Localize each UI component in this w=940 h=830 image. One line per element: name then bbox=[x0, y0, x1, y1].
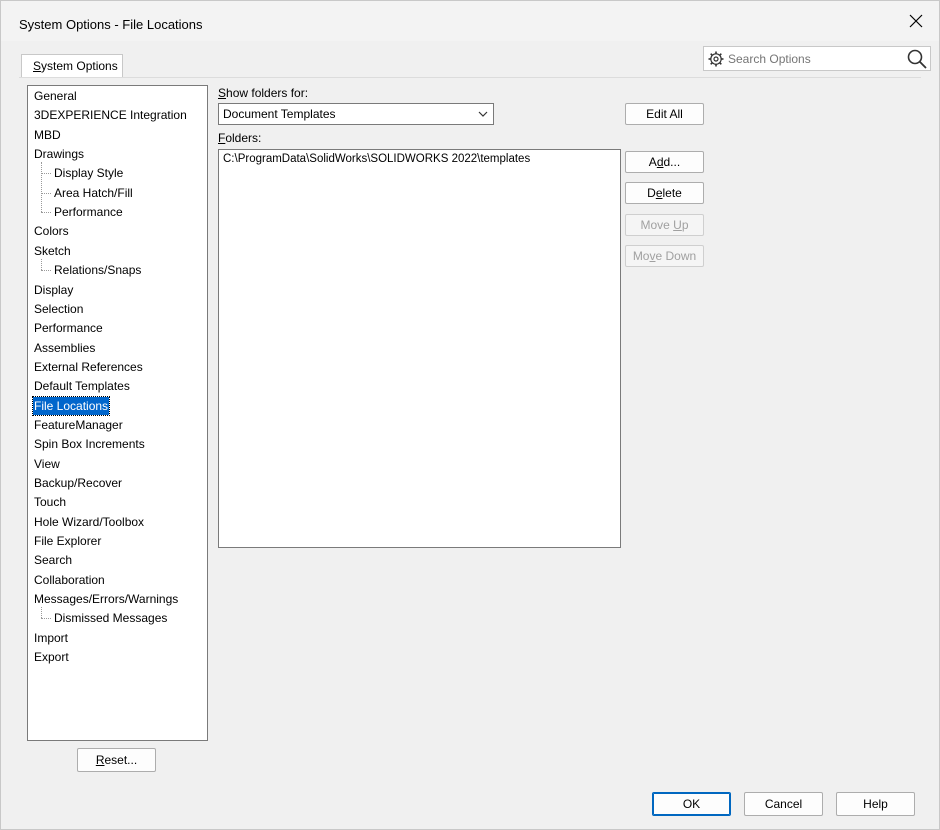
tree-connector bbox=[41, 607, 42, 619]
gear-icon bbox=[708, 51, 724, 67]
close-icon bbox=[909, 14, 923, 28]
tree-item[interactable]: File Locations bbox=[31, 395, 111, 416]
reset-label: eset... bbox=[104, 753, 138, 767]
tree-item[interactable]: 3DEXPERIENCE Integration bbox=[33, 106, 188, 124]
tree-item[interactable]: Messages/Errors/Warnings bbox=[33, 590, 179, 608]
tree-item[interactable]: Touch bbox=[33, 493, 67, 511]
tree-item[interactable]: Collaboration bbox=[33, 571, 106, 589]
tree-item[interactable]: View bbox=[33, 455, 61, 473]
move-down-button[interactable]: Move Down bbox=[625, 245, 704, 267]
folders-label-text: olders: bbox=[225, 131, 262, 145]
tree-item[interactable]: Performance bbox=[33, 319, 104, 337]
show-folders-label-text: how folders for: bbox=[226, 86, 309, 100]
search-input[interactable] bbox=[726, 49, 901, 69]
tree-item[interactable]: Performance bbox=[53, 203, 124, 221]
tab-system-options[interactable]: System Options bbox=[21, 54, 123, 77]
show-folders-mnemonic: S bbox=[218, 86, 227, 100]
list-item[interactable]: C:\ProgramData\SolidWorks\SOLIDWORKS 202… bbox=[223, 153, 530, 165]
delete-label-pre: D bbox=[647, 186, 656, 200]
tree-item[interactable]: Display bbox=[33, 281, 74, 299]
tree-item[interactable]: Relations/Snaps bbox=[53, 261, 142, 279]
title-bar: System Options - File Locations bbox=[1, 1, 939, 41]
move-up-label-mnemonic: U bbox=[673, 218, 682, 232]
tab-label-mnemonic: S bbox=[33, 59, 42, 73]
edit-all-button[interactable]: Edit All bbox=[625, 103, 704, 125]
move-up-label-post: p bbox=[681, 218, 689, 232]
tree-item[interactable]: Default Templates bbox=[33, 377, 131, 395]
add-label-post: d... bbox=[663, 155, 681, 169]
tab-label: ystem Options bbox=[41, 59, 118, 73]
tree-item[interactable]: Assemblies bbox=[33, 339, 96, 357]
delete-button[interactable]: Delete bbox=[625, 182, 704, 204]
tree-item[interactable]: Dismissed Messages bbox=[53, 609, 168, 627]
close-button[interactable] bbox=[893, 1, 939, 41]
search-options-box[interactable] bbox=[703, 46, 931, 71]
delete-label-post: lete bbox=[662, 186, 682, 200]
tree-connector bbox=[41, 192, 51, 194]
tree-item[interactable]: Search bbox=[33, 551, 73, 569]
tree-item[interactable]: Drawings bbox=[33, 145, 85, 163]
reset-button[interactable]: Reset... bbox=[77, 748, 156, 772]
tree-item[interactable]: Spin Box Increments bbox=[33, 435, 146, 453]
add-label-mnemonic: d bbox=[656, 155, 664, 169]
tree-item[interactable]: Import bbox=[33, 629, 69, 647]
tree-item[interactable]: Backup/Recover bbox=[33, 474, 123, 492]
move-up-button[interactable]: Move Up bbox=[625, 214, 704, 236]
cancel-button[interactable]: Cancel bbox=[744, 792, 823, 816]
help-button[interactable]: Help bbox=[836, 792, 915, 816]
system-options-dialog: System Options - File Locations System O… bbox=[0, 0, 940, 830]
folders-list[interactable]: C:\ProgramData\SolidWorks\SOLIDWORKS 202… bbox=[218, 149, 621, 548]
move-up-label-pre: Move bbox=[640, 218, 674, 232]
tree-connector bbox=[41, 212, 51, 214]
tree-item[interactable]: FeatureManager bbox=[33, 416, 124, 434]
tree-item[interactable]: Colors bbox=[33, 222, 70, 240]
add-label-pre: A bbox=[648, 155, 657, 169]
tree-item[interactable]: Selection bbox=[33, 300, 84, 318]
tree-item[interactable]: External References bbox=[33, 358, 144, 376]
window-title: System Options - File Locations bbox=[19, 17, 203, 32]
tree-connector bbox=[41, 618, 51, 620]
tree-item[interactable]: MBD bbox=[33, 126, 62, 144]
tree-item[interactable]: General bbox=[33, 87, 78, 105]
move-down-label-post: e Down bbox=[655, 249, 697, 263]
ok-button[interactable]: OK bbox=[652, 792, 731, 816]
add-button[interactable]: Add... bbox=[625, 151, 704, 173]
tree-item[interactable]: Export bbox=[33, 648, 70, 666]
tree-item[interactable]: Area Hatch/Fill bbox=[53, 184, 134, 202]
tab-strip-divider bbox=[19, 77, 921, 78]
tree-connector bbox=[41, 270, 51, 272]
show-folders-dropdown[interactable]: Document Templates bbox=[218, 103, 494, 125]
options-tree[interactable]: General 3DEXPERIENCE Integration MBD Drawin… bbox=[27, 85, 208, 741]
chevron-down-icon bbox=[478, 111, 488, 117]
show-folders-label: Show folders for: bbox=[218, 86, 308, 100]
search-icon[interactable] bbox=[906, 48, 928, 70]
tree-item[interactable]: Sketch bbox=[33, 242, 72, 260]
tree-item[interactable]: File Explorer bbox=[33, 532, 102, 550]
folders-label: Folders: bbox=[218, 131, 261, 145]
tree-item[interactable]: Display Style bbox=[53, 164, 124, 182]
tree-connector bbox=[41, 162, 42, 213]
delete-label-mnemonic: e bbox=[655, 186, 663, 200]
move-down-label-pre: Mo bbox=[632, 249, 650, 263]
tree-item[interactable]: Hole Wizard/Toolbox bbox=[33, 513, 145, 531]
tree-connector bbox=[41, 173, 51, 175]
tree-connector bbox=[41, 258, 42, 271]
show-folders-value: Document Templates bbox=[223, 107, 336, 121]
